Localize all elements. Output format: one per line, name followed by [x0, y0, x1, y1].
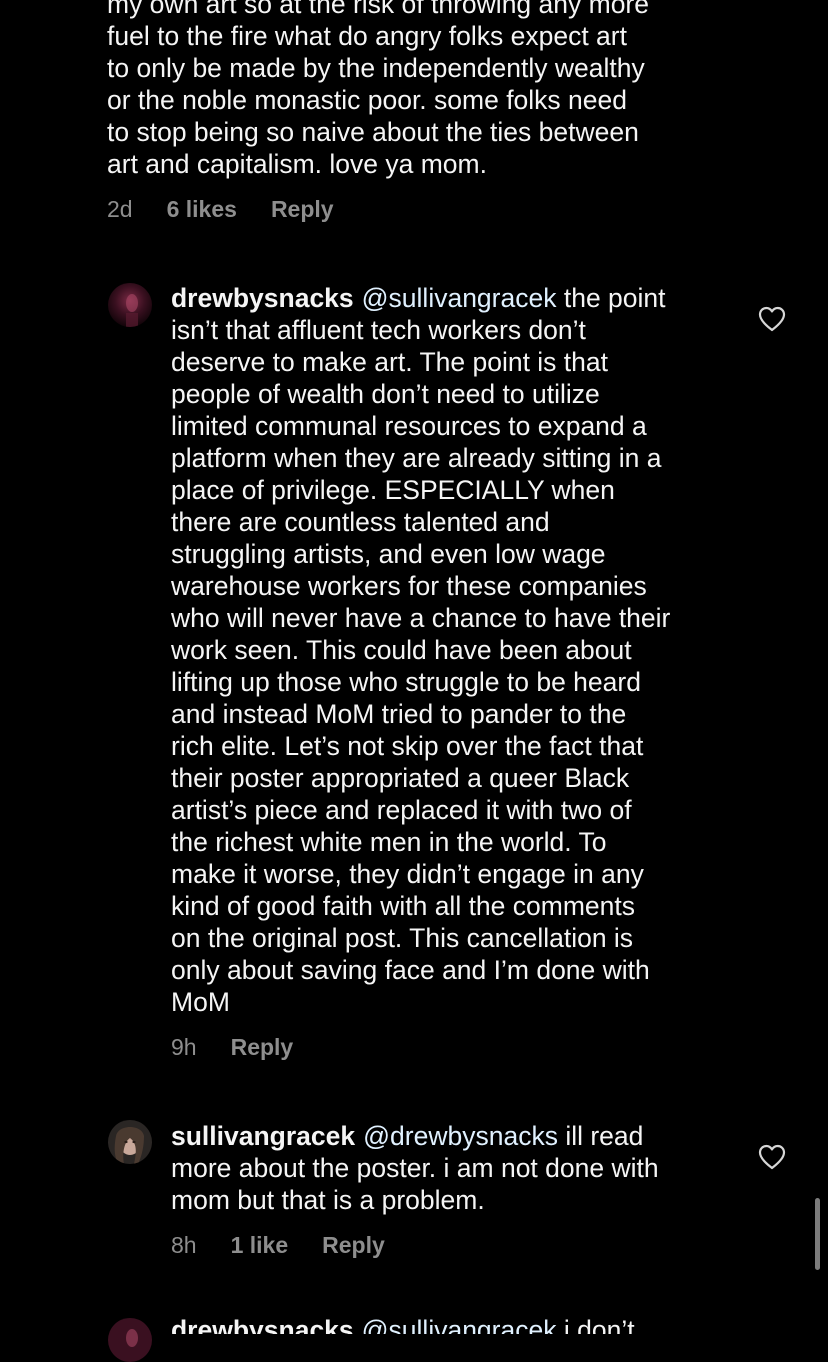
reply-button[interactable]: Reply: [322, 1232, 385, 1259]
comment-line: only about saving face and I’m done with: [171, 955, 650, 985]
comment-time: 2d: [107, 196, 133, 222]
comment-line: limited communal resources to expand a: [171, 411, 647, 441]
avatar-drewbysnacks-bottom[interactable]: [108, 1318, 152, 1362]
comment-line: make it worse, they didn’t engage in any: [171, 859, 644, 889]
comment-drewbysnacks-meta: 9h Reply: [171, 1034, 293, 1061]
heart-outline-icon[interactable]: [758, 306, 786, 332]
avatar-sullivangracek-image: [108, 1120, 152, 1164]
comment-line: MoM: [171, 987, 230, 1017]
comment-line: deserve to make art. The point is that: [171, 347, 608, 377]
comment-drewbysnacks-text: drewbysnacks @sullivangracek the point is…: [171, 282, 731, 1018]
mention-link[interactable]: @drewbysnacks: [363, 1121, 558, 1151]
mention-link[interactable]: @sullivangracek: [362, 1315, 557, 1334]
heart-outline-icon[interactable]: [758, 1144, 786, 1170]
comment-top-meta: 2d 6 likes Reply: [107, 196, 334, 223]
comment-line: more about the poster. i am not done wit…: [171, 1153, 659, 1183]
comment-line: people of wealth don’t need to utilize: [171, 379, 600, 409]
comment-line: on the original post. This cancellation …: [171, 923, 634, 953]
comment-line: platform when they are already sitting i…: [171, 443, 662, 473]
comment-line: warehouse workers for these companies: [171, 571, 647, 601]
comment-line: their poster appropriated a queer Black: [171, 763, 630, 793]
comment-line: there are countless talented and: [171, 507, 550, 537]
comment-first-line: sullivangracek @drewbysnacks ill read: [171, 1120, 731, 1152]
username-link[interactable]: drewbysnacks: [171, 283, 354, 313]
avatar-drewbysnacks-image: [108, 1318, 152, 1362]
comment-line: place of privilege. ESPECIALLY when: [171, 475, 615, 505]
comment-line: and instead MoM tried to pander to the: [171, 699, 627, 729]
comment-line: isn’t that affluent tech workers don’t: [171, 315, 586, 345]
comment-text-start: the point: [563, 283, 666, 313]
comment-line: struggling artists, and even low wage: [171, 539, 606, 569]
comment-line: lifting up those who struggle to be hear…: [171, 667, 641, 697]
comment-text-start: i don’t: [563, 1315, 635, 1334]
comment-time: 8h: [171, 1232, 197, 1258]
comment-bottom-cut: drewbysnacks @sullivangracek i don’t: [171, 1314, 731, 1334]
comment-sullivangracek-text: sullivangracek @drewbysnacks ill read mor…: [171, 1120, 731, 1216]
reply-button[interactable]: Reply: [271, 196, 334, 223]
comment-line: kind of good faith with all the comments: [171, 891, 635, 921]
comment-drewbysnacks: drewbysnacks @sullivangracek the point is…: [171, 282, 731, 1018]
comment-line: mom but that is a problem.: [171, 1185, 485, 1215]
comment-line: fuel to the fire what do angry folks exp…: [107, 21, 627, 51]
likes-count-button[interactable]: 1 like: [231, 1232, 289, 1259]
username-link[interactable]: sullivangracek: [171, 1121, 355, 1151]
comment-time: 9h: [171, 1034, 197, 1060]
comment-sullivangracek: sullivangracek @drewbysnacks ill read mor…: [171, 1120, 731, 1216]
comment-line: to stop being so naive about the ties be…: [107, 117, 639, 147]
comment-line: the richest white men in the world. To: [171, 827, 607, 857]
avatar-drewbysnacks[interactable]: [108, 283, 152, 327]
comment-first-line: drewbysnacks @sullivangracek the point: [171, 282, 731, 314]
comment-line: who will never have a chance to have the…: [171, 603, 671, 633]
comment-line: art and capitalism. love ya mom.: [107, 149, 487, 179]
avatar-sullivangracek[interactable]: [108, 1120, 152, 1164]
comment-line: or the noble monastic poor. some folks n…: [107, 85, 627, 115]
comment-line: to only be made by the independently wea…: [107, 53, 645, 83]
comment-line: artist’s piece and replaced it with two …: [171, 795, 632, 825]
avatar-drewbysnacks-image: [108, 283, 152, 327]
reply-button[interactable]: Reply: [231, 1034, 294, 1061]
scrollbar[interactable]: [815, 1198, 820, 1270]
comment-top-text: my own art so at the risk of throwing an…: [107, 0, 747, 180]
comment-line: work seen. This could have been about: [171, 635, 632, 665]
comment-text-start: ill read: [565, 1121, 644, 1151]
likes-count-button[interactable]: 6 likes: [167, 196, 237, 223]
comment-line: my own art so at the risk of throwing an…: [107, 0, 649, 19]
comment-line: rich elite. Let’s not skip over the fact…: [171, 731, 644, 761]
comment-sullivangracek-meta: 8h 1 like Reply: [171, 1232, 385, 1259]
comment-top: my own art so at the risk of throwing an…: [107, 0, 747, 180]
mention-link[interactable]: @sullivangracek: [362, 283, 557, 313]
username-link[interactable]: drewbysnacks: [171, 1315, 354, 1334]
